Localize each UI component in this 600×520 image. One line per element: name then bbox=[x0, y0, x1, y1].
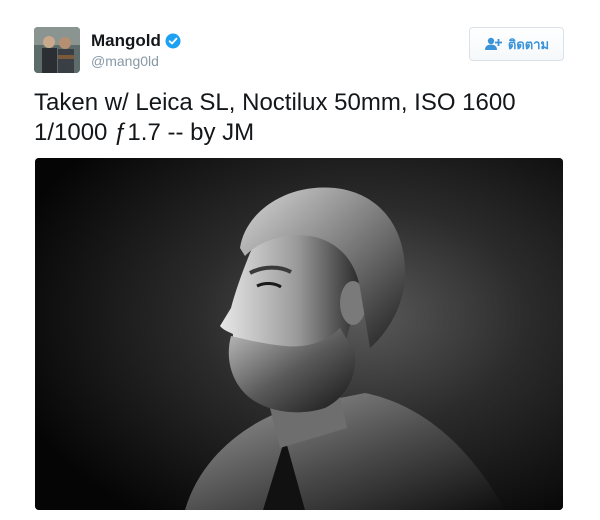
tweet-card: Mangold @mang0ld ติดตาม Taken w/ Leica S… bbox=[0, 0, 600, 520]
tweet-photo[interactable] bbox=[35, 158, 563, 510]
display-name-row: Mangold bbox=[91, 31, 181, 51]
display-name[interactable]: Mangold bbox=[91, 31, 161, 51]
follow-button[interactable]: ติดตาม bbox=[469, 27, 564, 61]
follow-button-label: ติดตาม bbox=[507, 37, 550, 53]
tweet-text: Taken w/ Leica SL, Noctilux 50mm, ISO 16… bbox=[34, 88, 574, 148]
tweet-header: Mangold @mang0ld ติดตาม bbox=[34, 27, 564, 75]
portrait-photo bbox=[35, 158, 563, 510]
tweet-text-line-2: 1/1000 ƒ1.7 -- by JM bbox=[34, 119, 255, 146]
avatar[interactable] bbox=[34, 27, 80, 73]
user-names: Mangold @mang0ld bbox=[91, 31, 181, 70]
verified-badge-icon bbox=[165, 33, 181, 49]
follow-user-icon bbox=[484, 37, 502, 51]
tweet-text-line-1: Taken w/ Leica SL, Noctilux 50mm, ISO 16… bbox=[34, 89, 516, 116]
avatar-image bbox=[34, 27, 80, 73]
user-handle[interactable]: @mang0ld bbox=[91, 52, 181, 70]
